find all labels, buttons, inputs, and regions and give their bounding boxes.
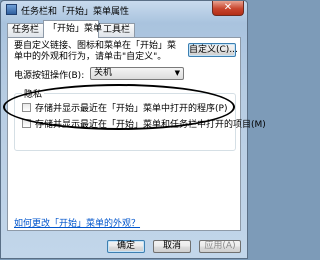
customize-button[interactable]: 自定义(C)... xyxy=(188,43,238,57)
description-text: 要自定义链接、图标和菜单在「开始」菜单中的外观和行为，请单击"自定义"。 xyxy=(14,41,177,62)
tab-toolbars[interactable]: 工具栏 xyxy=(98,23,135,37)
title-bar[interactable]: 任务栏和「开始」菜单属性 ✕ xyxy=(1,1,247,19)
hand-drawn-ellipse xyxy=(3,84,235,130)
properties-window: 任务栏和「开始」菜单属性 ✕ 任务栏 「开始」菜单 工具栏 要自定义链接、图标和… xyxy=(0,0,266,259)
power-action-value: 关机 xyxy=(94,68,113,78)
tab-start-menu[interactable]: 「开始」菜单 xyxy=(43,20,102,38)
chevron-down-icon: ▼ xyxy=(174,69,180,77)
power-button-label: 电源按钮操作(B): xyxy=(14,71,85,81)
window-title: 任务栏和「开始」菜单属性 xyxy=(21,7,130,17)
help-link[interactable]: 如何更改「开始」菜单的外观？ xyxy=(14,216,140,229)
app-icon xyxy=(6,4,17,15)
power-action-select[interactable]: 关机 ▼ xyxy=(90,67,184,80)
tab-taskbar[interactable]: 任务栏 xyxy=(7,23,44,37)
cancel-button[interactable]: 取消 xyxy=(153,240,191,253)
ok-button[interactable]: 确定 xyxy=(107,240,145,253)
start-menu-panel: 要自定义链接、图标和菜单在「开始」菜单中的外观和行为，请单击"自定义"。 自定义… xyxy=(7,37,266,231)
close-button[interactable]: ✕ xyxy=(212,1,244,16)
apply-button[interactable]: 应用(A) xyxy=(199,240,241,253)
